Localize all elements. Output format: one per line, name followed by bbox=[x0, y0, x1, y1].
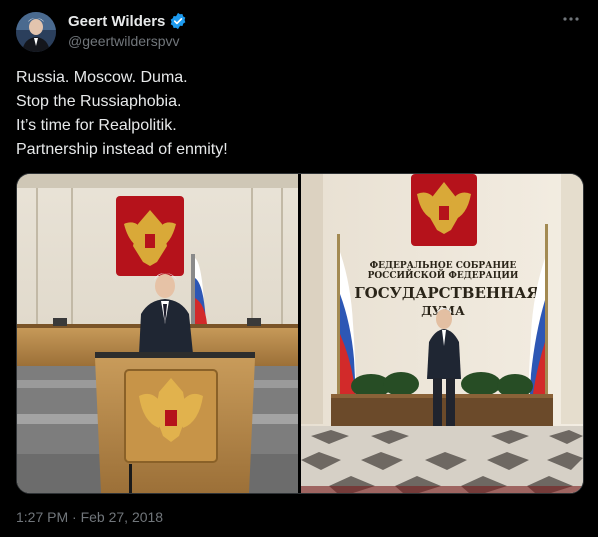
tweet-line: It’s time for Realpolitik. bbox=[16, 117, 177, 134]
author-name[interactable]: Geert Wilders bbox=[68, 12, 187, 30]
sign-line-1: ФЕДЕРАЛЬНОЕ СОБРАНИЕ bbox=[370, 261, 517, 271]
photo-duma-hall[interactable] bbox=[17, 174, 298, 493]
tweet: Geert Wilders @geertwilderspvv Russia. M… bbox=[0, 0, 598, 537]
tweet-text: Russia. Moscow. Duma. Stop the Russiapho… bbox=[16, 66, 576, 162]
timestamp[interactable]: 1:27 PM · Feb 27, 2018 bbox=[16, 509, 163, 525]
photo-duma-sign[interactable]: ФЕДЕРАЛЬНОЕ СОБРАНИЕ РОССИЙСКОЙ ФЕДЕРАЦИ… bbox=[301, 174, 583, 493]
avatar[interactable] bbox=[16, 12, 56, 52]
tweet-line: Stop the Russiaphobia. bbox=[16, 93, 182, 110]
tweet-line: Partnership instead of enmity! bbox=[16, 141, 228, 158]
verified-check-icon bbox=[169, 12, 187, 30]
author-name-text[interactable]: Geert Wilders bbox=[68, 13, 165, 30]
media-gallery: ФЕДЕРАЛЬНОЕ СОБРАНИЕ РОССИЙСКОЙ ФЕДЕРАЦИ… bbox=[16, 173, 584, 494]
more-horizontal-icon[interactable] bbox=[562, 10, 580, 28]
tweet-line: Russia. Moscow. Duma. bbox=[16, 69, 188, 86]
author-handle[interactable]: @geertwilderspvv bbox=[68, 33, 179, 49]
sign-line-3: ГОСУДАРСТВЕННАЯ bbox=[354, 284, 539, 302]
